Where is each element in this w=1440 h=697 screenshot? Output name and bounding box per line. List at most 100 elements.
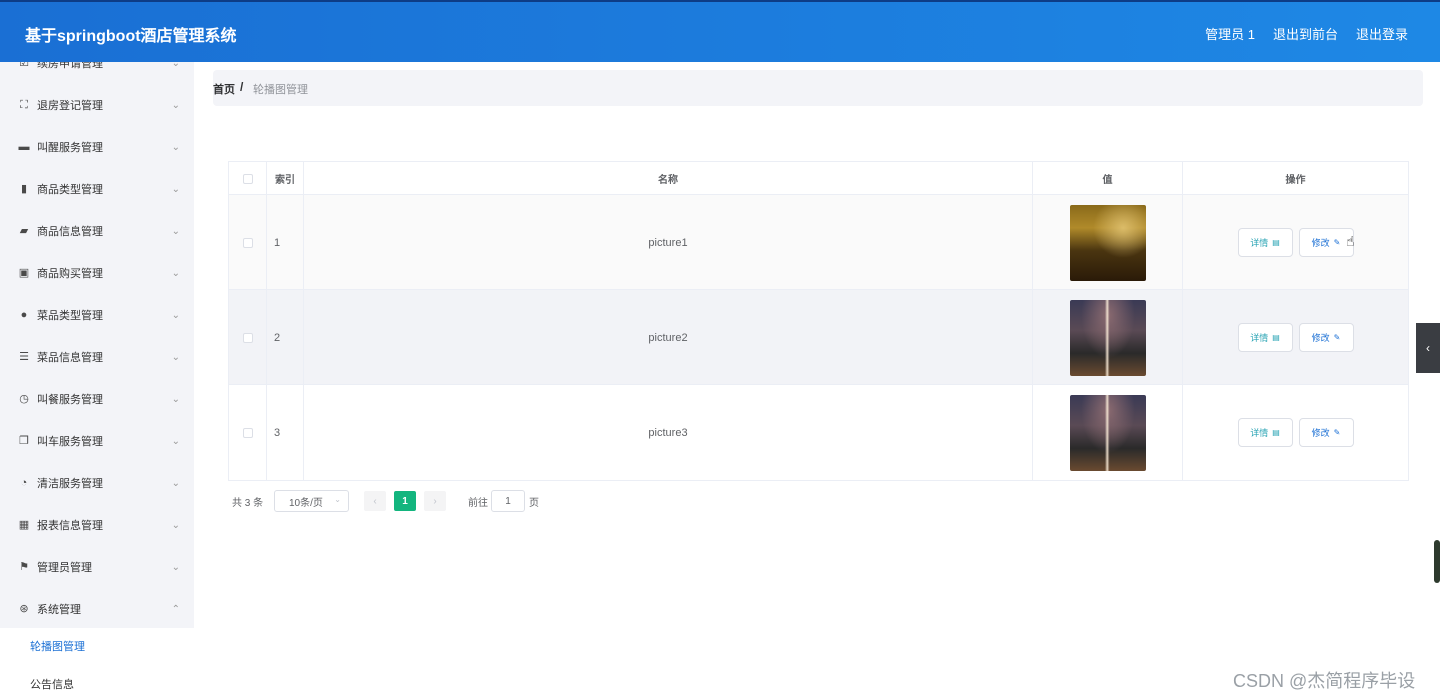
system-submenu: 轮播图管理 公告信息 [0, 628, 194, 697]
mouse-pointer-icon: ☝ [1346, 233, 1355, 249]
row-select [229, 290, 267, 385]
sidebar-item-renewal[interactable]: ☑ 续房申请管理 ⌄ [0, 62, 194, 84]
submenu-notice[interactable]: 公告信息 [0, 666, 194, 697]
table-header: 索引 名称 值 操作 [229, 162, 1408, 195]
sidebar-item-label: 叫餐服务管理 [37, 394, 103, 406]
breadcrumb: 首页 / 轮播图管理 [213, 70, 1423, 106]
top-header: 基于springboot酒店管理系统 管理员 1 退出到前台 退出登录 [0, 0, 1440, 62]
chevron-right-icon: › [433, 495, 437, 507]
clock-icon: ◔ [20, 477, 28, 489]
sidebar-item-goods-purchase[interactable]: ▣ 商品购买管理 ⌄ [0, 252, 194, 294]
admin-user-link[interactable]: 管理员 1 [1205, 24, 1255, 43]
sidebar-item-wakeup[interactable]: ▬ 叫醒服务管理 ⌄ [0, 126, 194, 168]
submenu-label: 公告信息 [30, 679, 74, 691]
row-actions: 详情 ▤ 修改 ✎ [1183, 290, 1408, 385]
sidebar-item-meal-service[interactable]: ◷ 叫餐服务管理 ⌄ [0, 378, 194, 420]
row-value [1033, 290, 1183, 385]
sidebar: ☑ 续房申请管理 ⌄ ⛶ 退房登记管理 ⌄ ▬ 叫醒服务管理 ⌄ ▮ 商品类型管… [0, 62, 194, 697]
breadcrumb-home[interactable]: 首页 [213, 81, 235, 97]
next-page-button[interactable]: › [424, 491, 446, 511]
detail-label: 详情 [1250, 238, 1269, 248]
sidebar-item-car-service[interactable]: ❐ 叫车服务管理 ⌄ [0, 420, 194, 462]
drawer-toggle-button[interactable]: ‹ [1416, 323, 1440, 373]
edit-button[interactable]: 修改 ✎ [1298, 323, 1354, 352]
watermark: CSDN @杰简程序毕设 [1233, 671, 1416, 691]
carousel-thumbnail [1069, 204, 1146, 281]
sidebar-item-goods-type[interactable]: ▮ 商品类型管理 ⌄ [0, 168, 194, 210]
page-suffix: 页 [529, 498, 539, 509]
sidebar-item-label: 商品类型管理 [37, 184, 103, 196]
document-icon: ▤ [1272, 238, 1280, 247]
page-number-active[interactable]: 1 [394, 491, 416, 511]
chevron-down-icon: ⌄ [171, 393, 180, 405]
chevron-down-icon: ⌄ [171, 519, 180, 531]
table-row: 3 picture3 详情 ▤ 修改 ✎ [229, 385, 1408, 480]
submenu-carousel[interactable]: 轮播图管理 [0, 628, 194, 664]
chevron-down-icon: ⌄ [171, 561, 180, 573]
row-name: picture3 [304, 385, 1033, 480]
edit-label: 修改 [1311, 428, 1330, 438]
scrollbar-thumb[interactable] [1434, 540, 1440, 583]
logout-link[interactable]: 退出登录 [1356, 24, 1408, 43]
checklist-icon: ▣ [18, 267, 30, 279]
breadcrumb-separator: / [240, 80, 244, 94]
goto-page-input[interactable] [491, 490, 525, 512]
chevron-down-icon: ⌄ [171, 62, 180, 69]
header-index: 索引 [267, 162, 304, 195]
sidebar-item-label: 菜品信息管理 [37, 352, 103, 364]
header-nav: 管理员 1 退出到前台 退出登录 [1205, 24, 1408, 43]
chevron-down-icon: ⌄ [171, 141, 180, 153]
sidebar-item-dish-type[interactable]: ● 菜品类型管理 ⌄ [0, 294, 194, 336]
sidebar-item-label: 续房申请管理 [37, 62, 103, 70]
sidebar-item-system[interactable]: ⊛ 系统管理 ⌃ [0, 588, 194, 630]
sidebar-item-report[interactable]: ▦ 报表信息管理 ⌄ [0, 504, 194, 546]
row-actions: 详情 ▤ 修改 ✎ [1183, 195, 1408, 290]
row-checkbox[interactable] [242, 237, 253, 248]
header-actions: 操作 [1285, 175, 1306, 186]
exit-to-front-link[interactable]: 退出到前台 [1273, 24, 1338, 43]
chevron-left-icon: ‹ [1426, 341, 1430, 355]
row-actions: 详情 ▤ 修改 ✎ [1183, 385, 1408, 480]
sidebar-item-admin[interactable]: ⚑ 管理员管理 ⌄ [0, 546, 194, 588]
sidebar-item-dish-info[interactable]: ☰ 菜品信息管理 ⌄ [0, 336, 194, 378]
detail-button[interactable]: 详情 ▤ [1237, 323, 1293, 352]
detail-label: 详情 [1250, 428, 1269, 438]
document-icon: ▤ [1272, 428, 1280, 437]
sidebar-item-goods-info[interactable]: ▰ 商品信息管理 ⌄ [0, 210, 194, 252]
row-checkbox[interactable] [242, 427, 253, 438]
checkbox-icon: ☑ [19, 62, 29, 69]
select-all-checkbox[interactable] [242, 173, 253, 184]
chevron-down-icon: ⌄ [171, 99, 180, 111]
pencil-icon: ✎ [1333, 238, 1341, 247]
sidebar-item-label: 叫醒服务管理 [37, 142, 103, 154]
chevron-left-icon: ‹ [373, 495, 377, 507]
row-checkbox[interactable] [242, 332, 253, 343]
sidebar-item-cleaning-service[interactable]: ◔ 清洁服务管理 ⌄ [0, 462, 194, 504]
chevron-down-icon: ⌄ [171, 477, 180, 489]
help-icon: ⊛ [19, 603, 29, 615]
sidebar-item-label: 管理员管理 [37, 562, 92, 574]
pencil-icon: ✎ [1333, 333, 1341, 342]
sidebar-item-label: 菜品类型管理 [37, 310, 103, 322]
carousel-table: 索引 名称 值 操作 1 picture1 详情 ▤ 修改 ✎ 2 picture2… [228, 161, 1409, 481]
edit-button[interactable]: 修改 ✎ [1298, 418, 1354, 447]
pagination-total: 共 3 条 [232, 498, 264, 509]
chevron-down-icon: ⌄ [171, 267, 180, 279]
detail-button[interactable]: 详情 ▤ [1237, 418, 1293, 447]
sidebar-item-label: 退房登记管理 [37, 100, 103, 112]
row-name: picture1 [304, 195, 1033, 290]
detail-button[interactable]: 详情 ▤ [1237, 228, 1293, 257]
sidebar-item-checkout[interactable]: ⛶ 退房登记管理 ⌄ [0, 84, 194, 126]
sidebar-item-label: 报表信息管理 [37, 520, 103, 532]
row-select [229, 385, 267, 480]
row-value [1033, 195, 1183, 290]
prev-page-button[interactable]: ‹ [364, 491, 386, 511]
chevron-down-icon: ⌄ [171, 225, 180, 237]
page-size-select[interactable]: 10条/页 ⌄ [274, 490, 349, 512]
sidebar-item-label: 商品购买管理 [37, 268, 103, 280]
menu-icon: ☰ [19, 351, 29, 363]
chevron-down-icon: ⌄ [171, 309, 180, 321]
dashboard-icon: ◷ [19, 393, 29, 405]
briefcase-icon: ▰ [19, 225, 29, 237]
copy-icon: ❐ [19, 435, 29, 447]
